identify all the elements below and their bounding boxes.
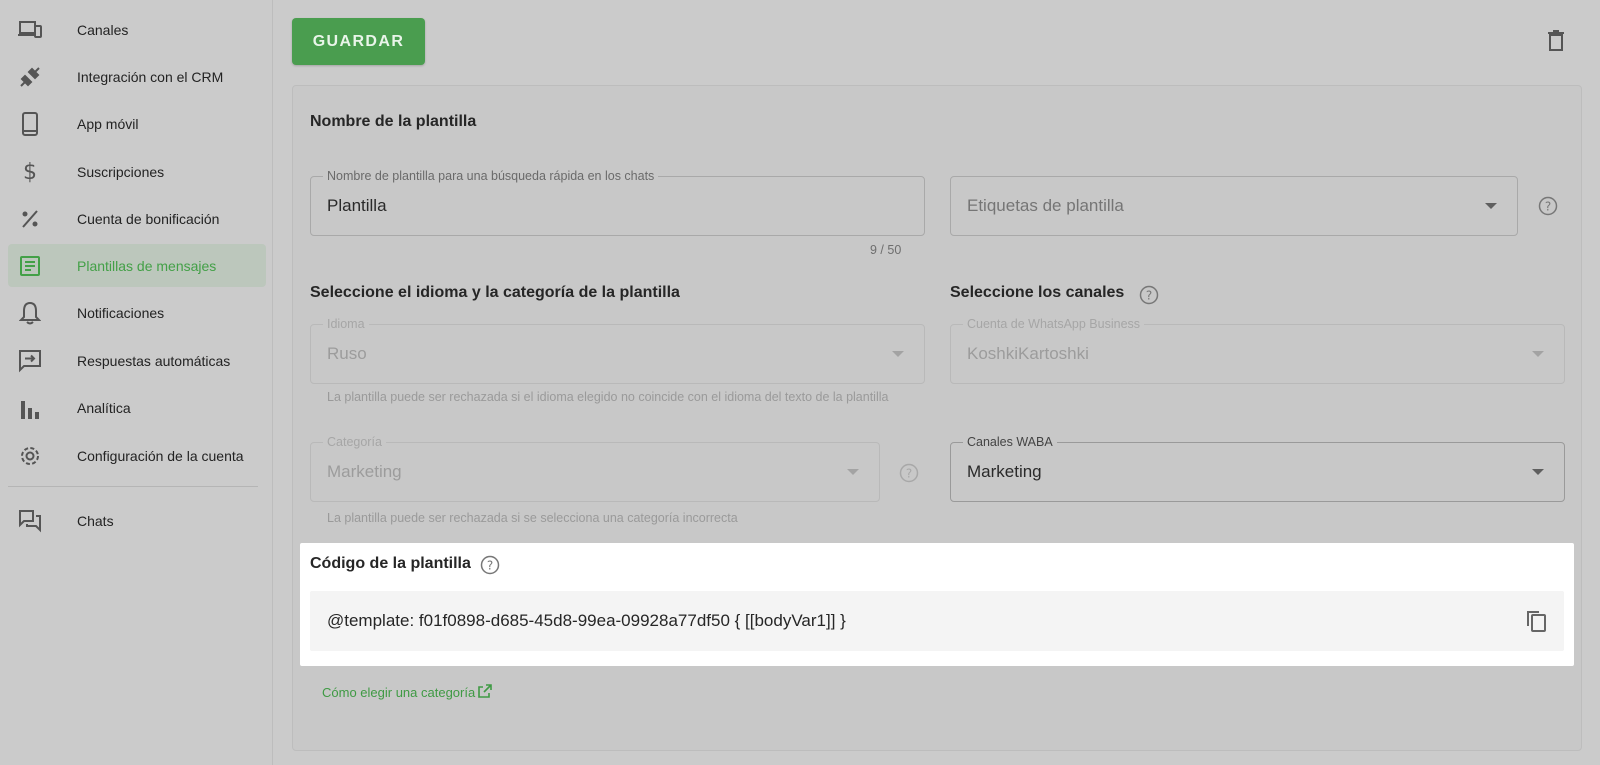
language-select[interactable]: Idioma Ruso [310, 317, 925, 384]
sidebar-item-bonificacion[interactable]: Cuenta de bonificación [8, 197, 266, 240]
delete-icon[interactable] [1544, 28, 1568, 52]
code-help-icon[interactable]: ? [480, 555, 500, 575]
plug-icon [17, 64, 43, 90]
char-counter: 9 / 50 [870, 243, 902, 257]
dollar-icon: $ [23, 159, 37, 185]
template-name-label: Nombre de plantilla para una búsqueda rá… [323, 169, 659, 183]
category-help-icon[interactable]: ? [899, 463, 919, 483]
whatsapp-account-value: KoshkiKartoshki [967, 344, 1089, 363]
sidebar-item-label: Canales [77, 21, 129, 38]
sidebar: Canales Integración con el CRM App móvil… [0, 0, 273, 765]
chevron-down-icon [1532, 351, 1544, 357]
document-icon [17, 253, 43, 279]
sidebar-item-label: App móvil [77, 115, 139, 132]
external-link-icon [477, 683, 493, 702]
language-value: Ruso [327, 344, 367, 363]
waba-channels-label: Canales WABA [963, 435, 1057, 449]
category-value: Marketing [327, 462, 402, 481]
channels-help-icon[interactable]: ? [1139, 285, 1159, 305]
percent-icon [17, 206, 43, 232]
sidebar-item-label: Suscripciones [77, 163, 165, 180]
template-code-text: @template: f01f0898-d685-45d8-99ea-09928… [327, 611, 846, 630]
sidebar-item-chats[interactable]: Chats [8, 499, 266, 542]
sidebar-divider [8, 486, 258, 487]
template-name-value: Plantilla [327, 196, 387, 215]
chevron-down-icon [1485, 203, 1497, 209]
sidebar-item-label: Configuración de la cuenta [77, 447, 244, 464]
code-section-title: Código de la plantilla [310, 555, 471, 572]
sidebar-item-label: Chats [77, 512, 114, 529]
sidebar-item-app[interactable]: App móvil [8, 102, 266, 145]
name-section-title: Nombre de la plantilla [310, 113, 477, 130]
smartphone-icon [17, 111, 43, 137]
whatsapp-account-label: Cuenta de WhatsApp Business [963, 317, 1145, 331]
bar-chart-icon [17, 395, 43, 421]
gear-icon [17, 443, 43, 469]
auto-reply-icon [17, 348, 43, 374]
sidebar-item-configuracion[interactable]: Configuración de la cuenta [8, 434, 266, 477]
save-button[interactable]: GUARDAR [292, 18, 425, 65]
category-label: Categoría [323, 435, 386, 449]
chevron-down-icon [847, 469, 859, 475]
sidebar-item-label: Integración con el CRM [77, 68, 224, 85]
sidebar-item-plantillas[interactable]: Plantillas de mensajes [8, 244, 266, 287]
sidebar-item-label: Respuestas automáticas [77, 352, 231, 369]
template-code-panel: Código de la plantilla ? @template: f01f… [300, 543, 1574, 666]
sidebar-item-crm[interactable]: Integración con el CRM [8, 55, 266, 98]
language-helper-text: La plantilla puede ser rechazada si el i… [327, 390, 889, 404]
whatsapp-account-select[interactable]: Cuenta de WhatsApp Business KoshkiKartos… [950, 317, 1565, 384]
svg-text:?: ? [1545, 200, 1551, 214]
category-help-link-label: Cómo elegir una categoría [322, 685, 476, 700]
sidebar-item-suscripciones[interactable]: $ Suscripciones [8, 150, 266, 193]
sidebar-item-label: Analítica [77, 399, 131, 416]
template-tags-placeholder: Etiquetas de plantilla [967, 196, 1124, 215]
chevron-down-icon [1532, 469, 1544, 475]
devices-icon [17, 17, 43, 43]
svg-text:?: ? [487, 559, 493, 573]
template-name-field[interactable]: Nombre de plantilla para una búsqueda rá… [310, 169, 925, 236]
chevron-down-icon [892, 351, 904, 357]
channels-section-title: Seleccione los canales [950, 284, 1125, 301]
category-select[interactable]: Categoría Marketing [310, 435, 880, 502]
sidebar-item-notificaciones[interactable]: Notificaciones [8, 291, 266, 334]
template-tags-select[interactable]: Etiquetas de plantilla [950, 176, 1518, 236]
sidebar-item-respuestas[interactable]: Respuestas automáticas [8, 339, 266, 382]
waba-channels-select[interactable]: Canales WABA Marketing [950, 435, 1565, 502]
category-help-link[interactable]: Cómo elegir una categoría [322, 683, 493, 702]
sidebar-item-label: Notificaciones [77, 304, 165, 321]
svg-text:?: ? [906, 467, 912, 481]
sidebar-item-canales[interactable]: Canales [8, 8, 266, 51]
sidebar-item-label: Plantillas de mensajes [77, 257, 217, 274]
copy-icon[interactable] [1524, 609, 1548, 633]
bell-icon [17, 300, 43, 326]
waba-channels-value: Marketing [967, 462, 1042, 481]
language-section-title: Seleccione el idioma y la categoría de l… [310, 284, 680, 301]
sidebar-item-analitica[interactable]: Analítica [8, 386, 266, 429]
svg-text:?: ? [1146, 289, 1152, 303]
help-icon[interactable]: ? [1538, 196, 1558, 216]
language-label: Idioma [323, 317, 369, 331]
sidebar-item-label: Cuenta de bonificación [77, 210, 220, 227]
chats-icon [17, 508, 43, 534]
template-code-field: @template: f01f0898-d685-45d8-99ea-09928… [310, 591, 1564, 651]
category-helper-text: La plantilla puede ser rechazada si se s… [327, 511, 738, 525]
